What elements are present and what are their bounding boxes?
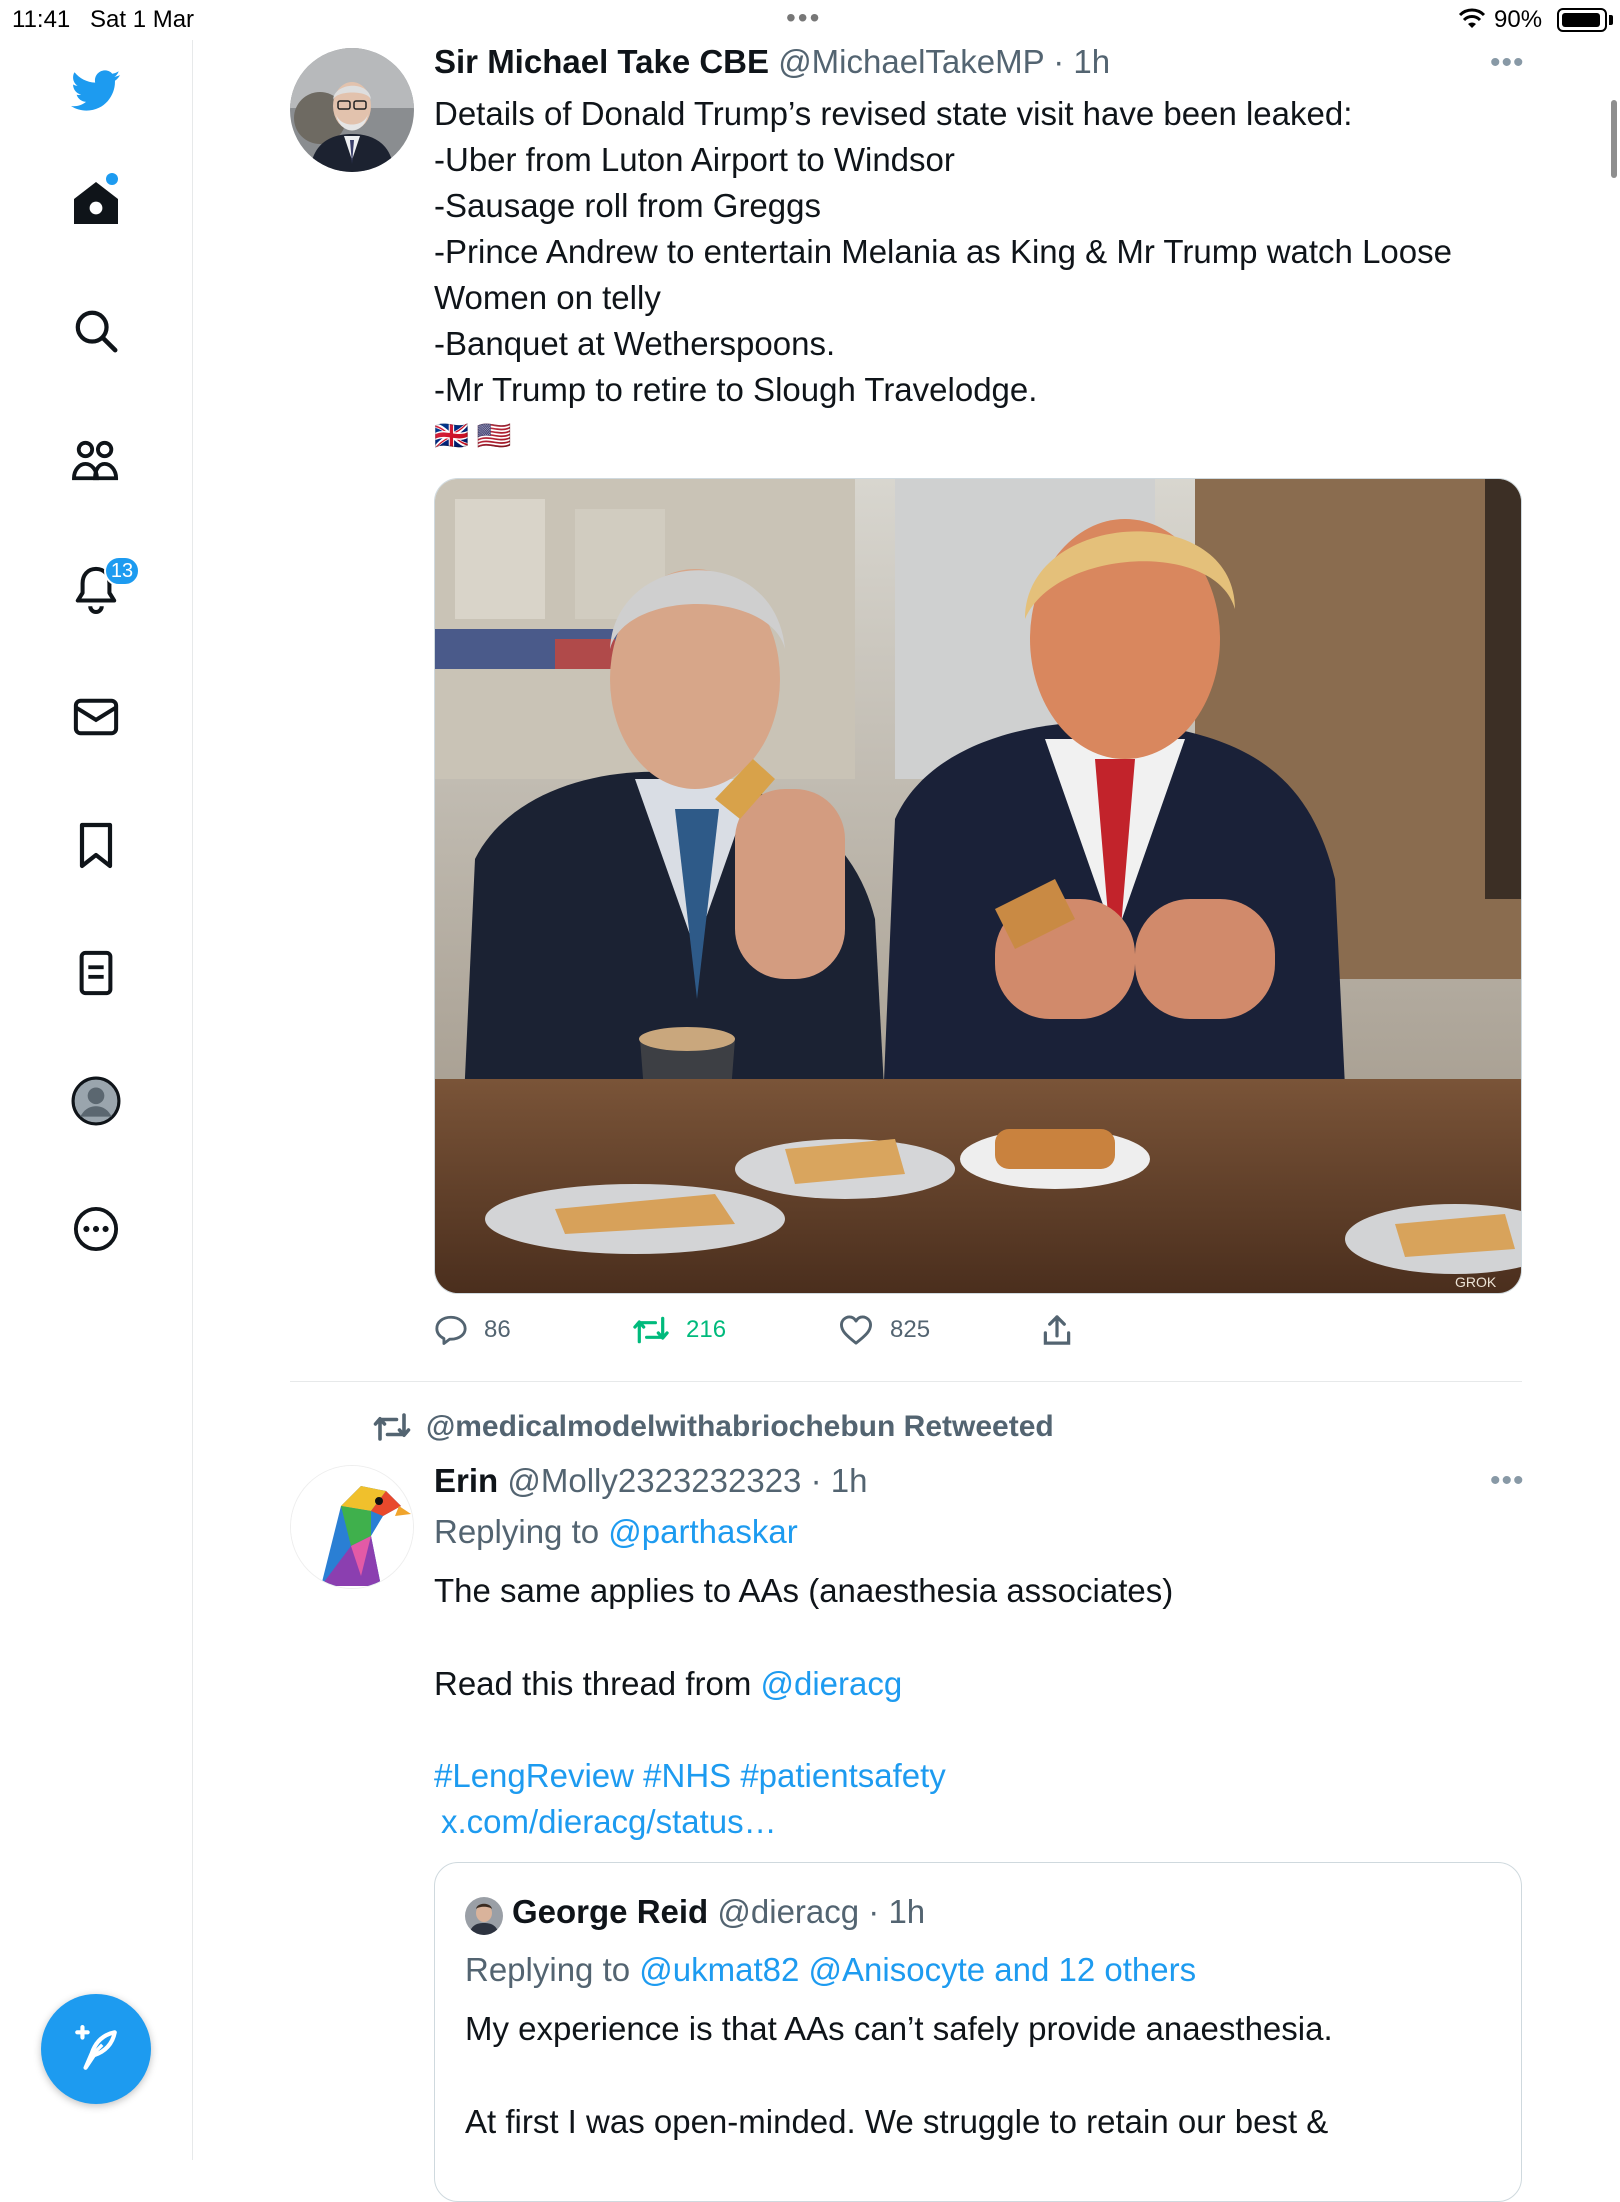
flags-emoji: 🇬🇧 🇺🇸 [434,420,512,451]
tweet-text-line: The same applies to AAs (anaesthesia ass… [434,1572,1174,1609]
image-watermark: GROK [1455,1274,1497,1290]
share-button[interactable] [1042,1310,1072,1350]
mention-link[interactable]: @dieracg [761,1665,903,1702]
tweet-time[interactable]: · 1h [1053,43,1110,80]
retweet-icon [633,1316,669,1344]
like-count: 825 [890,1316,931,1343]
quote-replying-to-mentions[interactable]: @ukmat82 @Anisocyte and 12 others [639,1951,1196,1988]
tweet-text: Details of Donald Trump’s revised state … [434,91,1534,459]
author-handle[interactable]: @MichaelTakeMP [778,43,1044,80]
quote-text-line: At first I was open-minded. We struggle … [465,2103,1329,2140]
reply-icon [435,1315,467,1345]
search-icon[interactable] [71,306,121,356]
retweeted-by-text: @medicalmodelwithabriochebun Retweeted [426,1410,1054,1443]
compose-tweet-button[interactable] [41,1994,151,2104]
author-name[interactable]: Sir Michael Take CBE [434,43,769,80]
scroll-indicator[interactable] [1611,100,1617,178]
tweet-line: -Mr Trump to retire to Slough Travelodge… [434,371,1038,408]
communities-icon[interactable] [71,436,121,486]
retweet-count: 216 [686,1316,727,1343]
wifi-icon [1458,8,1486,28]
tweet-line: -Sausage roll from Greggs [434,187,821,224]
replying-to-mention-link[interactable]: @parthaskar [608,1513,797,1550]
quote-author-handle[interactable]: @dieracg [717,1893,859,1930]
tweet-image[interactable]: GROK [434,478,1522,1294]
bookmarks-icon[interactable] [71,821,121,871]
url-link[interactable]: x.com/dieracg/status… [441,1803,777,1841]
author-name[interactable]: Erin [434,1462,498,1499]
share-icon [1043,1315,1071,1345]
compose-feather-icon [75,2025,117,2070]
quote-header: George Reid @dieracg · 1h [512,1893,925,1931]
thread-intro-text: Read this thread from [434,1665,752,1702]
messages-icon[interactable] [71,692,121,742]
home-new-dot [106,173,118,185]
tweet-time[interactable]: · 1h [811,1462,868,1499]
tweet-header: Sir Michael Take CBE @MichaelTakeMP · 1h [434,43,1110,81]
retweet-button[interactable]: 216 [632,1310,726,1350]
battery-percent: 90% [1494,6,1543,33]
heart-icon [839,1315,872,1345]
quote-author-name[interactable]: George Reid [512,1893,708,1930]
more-options-icon[interactable] [71,1204,121,1254]
like-button[interactable]: 825 [838,1310,930,1350]
author-avatar[interactable] [290,48,414,172]
tweet-line: -Banquet at Wetherspoons. [434,325,836,362]
tweet-line: Women on telly [434,279,661,316]
home-icon[interactable] [71,178,121,228]
reply-count: 86 [484,1316,511,1343]
quote-text-line: My experience is that AAs can’t safely p… [465,2010,1333,2047]
replying-to-line: Replying to @parthaskar [434,1513,798,1551]
retweeted-by-line[interactable]: @medicalmodelwithabriochebun Retweeted [372,1410,1054,1444]
tweet-header: Erin @Molly2323232323 · 1h [434,1462,867,1500]
tweet-more-icon[interactable]: ••• [1490,1464,1525,1498]
replying-to-label: Replying to [434,1513,600,1550]
battery-icon [1557,8,1607,32]
reply-button[interactable]: 86 [434,1310,511,1350]
author-avatar[interactable] [290,1465,414,1589]
tweet-line: Details of Donald Trump’s revised state … [434,95,1353,132]
quote-author-avatar[interactable] [465,1897,503,1935]
tweet-text-line: Read this thread from @dieracg [434,1665,902,1703]
tweet-line: -Prince Andrew to entertain Melania as K… [434,233,1452,270]
notification-count-badge: 13 [104,556,140,586]
status-date: Sat 1 Mar [90,6,195,33]
quote-replying-to-line: Replying to @ukmat82 @Anisocyte and 12 o… [465,1951,1196,1989]
twitter-logo-icon[interactable] [71,66,121,116]
status-time: 11:41 [12,6,71,33]
lists-icon[interactable] [71,948,121,998]
author-handle[interactable]: @Molly2323232323 [507,1462,801,1499]
quote-time[interactable]: · 1h [868,1893,925,1930]
quote-replying-to-label: Replying to [465,1951,631,1988]
hashtags-link[interactable]: #LengReview #NHS #patientsafety [434,1757,946,1795]
tweet-divider [290,1381,1522,1382]
tweet-more-icon[interactable]: ••• [1490,46,1525,80]
retweeted-icon [373,1413,411,1441]
profile-icon[interactable] [71,1076,121,1126]
tweet-line: -Uber from Luton Airport to Windsor [434,141,955,178]
multitasking-dots-icon[interactable]: ••• [786,2,821,34]
status-bar: 11:41 Sat 1 Mar ••• 90% [0,0,1620,40]
